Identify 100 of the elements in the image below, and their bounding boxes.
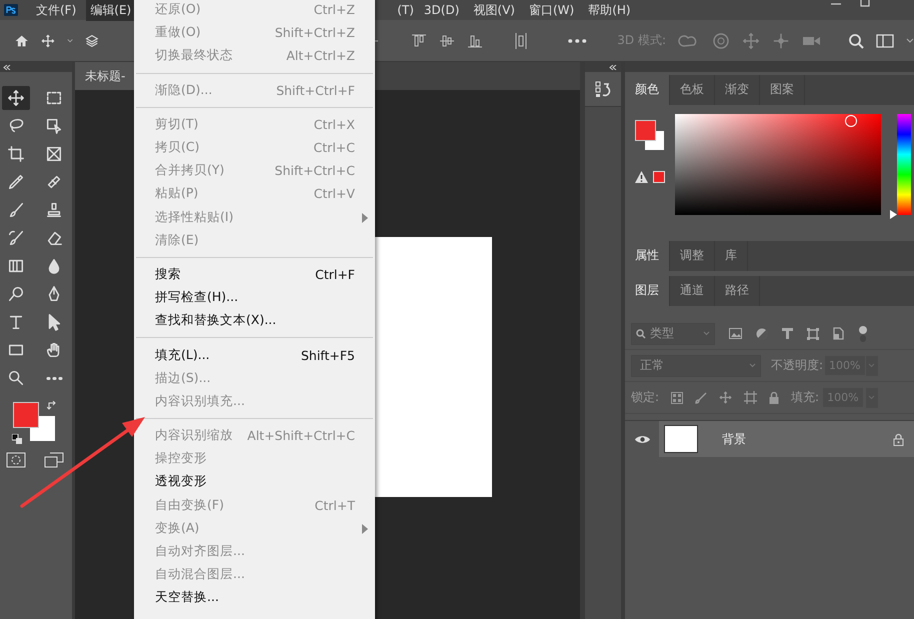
menu-item[interactable]: 编辑(E) [86,0,136,20]
distribute-icon[interactable] [515,32,528,50]
panel-tab[interactable]: 图层 [625,276,670,306]
align-middle-icon[interactable] [439,32,456,48]
gamut-color-swatch[interactable] [653,171,665,183]
lock-icon[interactable] [769,392,780,404]
default-colors-icon[interactable] [12,434,22,444]
menu-item[interactable]: 切换最终状态 Alt+Ctrl+Z [134,44,375,68]
crop-icon [7,145,25,163]
type-filter-icon[interactable] [782,328,793,339]
menu-item[interactable]: 视图(V) [469,0,519,20]
shape-filter-icon[interactable] [807,328,819,340]
workspace-icon[interactable] [876,34,894,48]
more-icon [45,376,63,380]
menu-item[interactable]: 变换(A) [134,516,375,540]
panel-tab[interactable]: 通道 [670,276,715,306]
menu-item[interactable]: 清除(E) [134,228,375,252]
menu-item[interactable]: 还原(O) Ctrl+Z [134,0,375,22]
panel-tab[interactable]: 图案 [760,75,805,105]
swap-colors-icon[interactable] [47,401,57,411]
fill-label: 填充: [791,389,820,406]
menu-item[interactable]: 合并拷贝(Y) Shift+Ctrl+C [134,159,375,182]
caret-icon [868,395,876,400]
menu-item[interactable]: 拷贝(C) Ctrl+C [134,136,375,160]
menu-item[interactable]: 3D(D) [420,1,464,19]
menu-item[interactable]: 拼写检查(H)... [134,286,375,310]
eye-icon[interactable] [634,434,650,444]
menu-item[interactable]: 渐隐(D)... Shift+Ctrl+F [134,78,375,102]
menu-item[interactable]: 填充(L)... Shift+F5 [134,343,375,367]
maximize-icon[interactable] [860,0,870,7]
move-icon[interactable] [719,391,732,404]
adjustment-filter-icon[interactable] [756,328,768,340]
menu-item[interactable]: 帮助(H) [584,0,635,20]
search-icon[interactable] [848,32,864,48]
lock-label: 锁定: [631,389,660,406]
zoom-icon [7,369,25,387]
layer-name: 背景 [722,430,746,448]
hue-slider[interactable] [897,114,911,215]
warning-icon [635,171,648,183]
screen-mode-icon[interactable] [44,452,64,468]
align-bottom-icon[interactable] [467,32,484,48]
layer-filter-dropdown[interactable]: 类型 [631,322,715,344]
caret-icon[interactable] [67,38,74,44]
type-tool-icon [7,313,25,331]
menu-item[interactable]: 透视变形 [134,470,375,494]
panel-tab[interactable]: 调整 [670,241,715,271]
filter-toggle-icon[interactable] [858,324,868,342]
caret-icon[interactable] [906,38,914,44]
menu-item[interactable]: (T) [393,1,418,19]
menu-item[interactable]: 重做(O) Shift+Ctrl+Z [134,21,375,44]
menu-item[interactable]: 剪切(T) Ctrl+X [134,112,375,136]
panel-tab[interactable]: 颜色 [625,75,670,105]
color-swatches[interactable] [13,402,56,442]
panel-tab[interactable]: 属性 [625,241,670,271]
caret-icon [868,363,875,368]
tool-button[interactable] [2,86,30,110]
caret-icon [749,363,756,368]
color-picker-handle[interactable] [845,115,857,127]
marquee-icon [45,89,63,107]
brush-icon[interactable] [695,392,708,404]
layer-row[interactable]: 背景 [625,420,914,457]
panel-tab[interactable]: 库 [715,241,748,271]
collapse-icon[interactable] [609,64,617,70]
panel-tab[interactable]: 渐变 [715,75,760,105]
menu-item[interactable]: 选择性粘贴(I) [134,206,375,229]
menu-item[interactable]: 描边(S)... [134,366,375,390]
hue-slider-thumb[interactable] [890,210,897,219]
menu-item[interactable]: 文件(F) [32,0,80,20]
lasso-icon [7,117,25,135]
menu-item[interactable]: 操控变形 [134,447,375,470]
blend-mode-dropdown[interactable]: 正常 [631,354,761,376]
align-top-icon[interactable] [411,32,428,48]
history-brush-icon [7,229,25,247]
menu-item[interactable]: 粘贴(P) Ctrl+V [134,182,375,206]
color-swatches[interactable] [635,120,665,151]
history-icon[interactable] [594,80,612,98]
panel-tab[interactable]: 色板 [670,75,715,105]
more-icon[interactable] [567,38,588,44]
menu-item[interactable]: 搜索 Ctrl+F [134,262,375,286]
eraser-icon [45,229,63,247]
move-icon [7,89,25,107]
collapse-icon[interactable] [3,64,11,70]
panel-tab[interactable]: 路径 [715,276,760,306]
smart-object-filter-icon[interactable] [833,327,844,340]
menu-item[interactable]: 自动混合图层... [134,563,375,586]
menu-item[interactable]: 自由变换(F) Ctrl+T [134,494,375,517]
menu-item[interactable]: 查找和替换文本(X)... [134,309,375,332]
lock-pixels-icon[interactable] [671,392,684,404]
menu-item[interactable]: 天空替换... [134,586,375,610]
layer-thumbnail [664,425,698,453]
quick-mask-icon[interactable] [6,452,26,468]
menu-item[interactable]: 内容识别缩放 Alt+Shift+Ctrl+C [134,424,375,448]
menu-item[interactable]: 自动对齐图层... [134,540,375,564]
artboard-icon[interactable] [744,391,758,404]
menu-item[interactable]: 内容识别填充... [134,390,375,413]
stamp-icon [45,201,63,219]
color-field[interactable] [675,114,881,215]
menu-item[interactable]: 窗口(W) [524,0,578,20]
lock-icon[interactable] [893,432,904,446]
image-filter-icon[interactable] [729,328,742,339]
